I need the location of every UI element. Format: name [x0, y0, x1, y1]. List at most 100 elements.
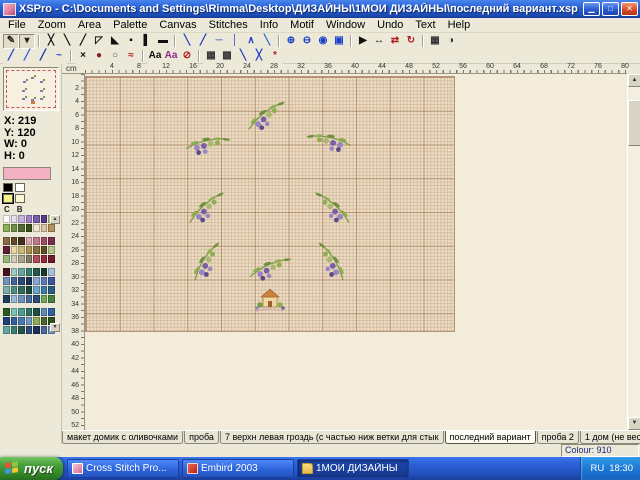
palette-swatch[interactable]: [41, 308, 48, 316]
contrast-icon[interactable]: ◑: [443, 34, 459, 49]
quick-swatch[interactable]: [3, 194, 13, 203]
palette-swatch[interactable]: [26, 215, 33, 223]
menu-help[interactable]: Help: [442, 19, 477, 31]
special-stitch-icon[interactable]: *: [267, 49, 283, 64]
palette-swatch[interactable]: [18, 286, 25, 294]
palette-swatch[interactable]: [18, 317, 25, 325]
preview-pane[interactable]: [3, 67, 59, 111]
palette-swatch[interactable]: [41, 277, 48, 285]
quick-swatch[interactable]: [3, 183, 13, 192]
menu-undo[interactable]: Undo: [371, 19, 409, 31]
palette-swatch[interactable]: [48, 308, 55, 316]
scroll-up-button[interactable]: ▲: [628, 74, 640, 87]
stitch-grid[interactable]: [85, 76, 455, 332]
palette-swatch[interactable]: [26, 286, 33, 294]
minimize-button[interactable]: ▁: [583, 2, 600, 16]
palette-swatch[interactable]: [41, 246, 48, 254]
palette-swatch[interactable]: [18, 277, 25, 285]
palette-swatch[interactable]: [33, 317, 40, 325]
start-button[interactable]: пуск: [0, 457, 63, 480]
menu-window[interactable]: Window: [320, 19, 371, 31]
long-stitch-icon[interactable]: ╲: [259, 34, 275, 49]
palette-swatch[interactable]: [26, 268, 33, 276]
palette-swatch[interactable]: [26, 295, 33, 303]
quick-swatch[interactable]: [15, 194, 25, 203]
palette-swatch[interactable]: [18, 237, 25, 245]
document-tab[interactable]: 7 верхн левая гроздь (с частью ниж ветки…: [220, 431, 444, 444]
palette-scroll-up-button[interactable]: ▲: [50, 215, 60, 224]
diagonal-line-icon[interactable]: ╲: [235, 49, 251, 64]
palette-swatch[interactable]: [41, 268, 48, 276]
menu-zoom[interactable]: Zoom: [32, 19, 72, 31]
palette-swatch[interactable]: [48, 255, 55, 263]
document-tab[interactable]: макет домик с оливочками: [62, 431, 183, 444]
palette-swatch[interactable]: [33, 277, 40, 285]
palette-swatch[interactable]: [3, 268, 10, 276]
palette-swatch[interactable]: [41, 255, 48, 263]
palette-swatch[interactable]: [41, 326, 48, 334]
vertical-half-stitch-icon[interactable]: ▌: [139, 34, 155, 49]
palette-swatch[interactable]: [11, 246, 18, 254]
palette-swatch[interactable]: [26, 326, 33, 334]
palette-swatch[interactable]: [26, 224, 33, 232]
palette-swatch[interactable]: [3, 295, 10, 303]
palette-swatch[interactable]: [41, 286, 48, 294]
grid-toggle-icon[interactable]: ▦: [427, 34, 443, 49]
document-tab[interactable]: 1 дом (не весь для стыковки): [580, 431, 640, 444]
palette-swatch[interactable]: [33, 308, 40, 316]
mirror-tool-icon[interactable]: ⇄: [387, 34, 403, 49]
palette-swatch[interactable]: [18, 215, 25, 223]
text-style-icon[interactable]: Aa: [163, 49, 179, 64]
full-cross-stitch-icon[interactable]: ╳: [43, 34, 59, 49]
line-thick-icon[interactable]: ╱: [35, 49, 51, 64]
backstitch-h-icon[interactable]: ─: [211, 34, 227, 49]
palette-swatch[interactable]: [3, 308, 10, 316]
zoom-in-icon[interactable]: ⊕: [283, 34, 299, 49]
close-button[interactable]: ✕: [621, 2, 638, 16]
palette-swatch[interactable]: [41, 224, 48, 232]
palette-swatch[interactable]: [11, 215, 18, 223]
vertical-scroll-thumb[interactable]: [628, 100, 640, 146]
palette-swatch[interactable]: [33, 326, 40, 334]
zoom-fit-icon[interactable]: ▣: [331, 34, 347, 49]
palette-swatch[interactable]: [33, 295, 40, 303]
palette-swatch[interactable]: [18, 295, 25, 303]
palette-swatch[interactable]: [48, 277, 55, 285]
menu-palette[interactable]: Palette: [107, 19, 153, 31]
palette-swatch[interactable]: [3, 317, 10, 325]
maximize-button[interactable]: □: [602, 2, 619, 16]
palette-swatch[interactable]: [41, 237, 48, 245]
horizontal-half-stitch-icon[interactable]: ▬: [155, 34, 171, 49]
pattern-fill-icon[interactable]: ▩: [219, 49, 235, 64]
palette-swatch[interactable]: [26, 308, 33, 316]
palette-swatch[interactable]: [41, 295, 48, 303]
palette-swatch[interactable]: [18, 308, 25, 316]
three-quarter-stitch-icon[interactable]: ◣: [107, 34, 123, 49]
pencil-dropdown-icon[interactable]: ▾: [19, 34, 35, 49]
menu-area[interactable]: Area: [72, 19, 107, 31]
curve-line-icon[interactable]: ~: [51, 49, 67, 64]
palette-swatch[interactable]: [48, 268, 55, 276]
palette-swatch[interactable]: [11, 277, 18, 285]
palette-swatch[interactable]: [3, 255, 10, 263]
palette-swatch[interactable]: [26, 255, 33, 263]
palette-swatch[interactable]: [26, 277, 33, 285]
palette-swatch[interactable]: [33, 237, 40, 245]
palette-scroll-down-button[interactable]: ▼: [50, 323, 60, 332]
menu-text[interactable]: Text: [409, 19, 441, 31]
palette-swatch[interactable]: [18, 246, 25, 254]
taskbar-task[interactable]: 1МОИ ДИЗАЙНЫ: [297, 459, 409, 478]
backstitch-nw-icon[interactable]: ╲: [179, 34, 195, 49]
palette-swatch[interactable]: [41, 317, 48, 325]
line-medium-icon[interactable]: ╱: [19, 49, 35, 64]
palette-swatch[interactable]: [3, 246, 10, 254]
palette-swatch[interactable]: [26, 246, 33, 254]
zoom-out-icon[interactable]: ⊖: [299, 34, 315, 49]
rotate-tool-icon[interactable]: ↻: [403, 34, 419, 49]
half-stitch-right-icon[interactable]: ╱: [75, 34, 91, 49]
palette-swatch[interactable]: [18, 326, 25, 334]
line-thin-icon[interactable]: ╱: [3, 49, 19, 64]
palette-swatch[interactable]: [33, 215, 40, 223]
palette-swatch[interactable]: [3, 277, 10, 285]
palette-swatch[interactable]: [11, 255, 18, 263]
